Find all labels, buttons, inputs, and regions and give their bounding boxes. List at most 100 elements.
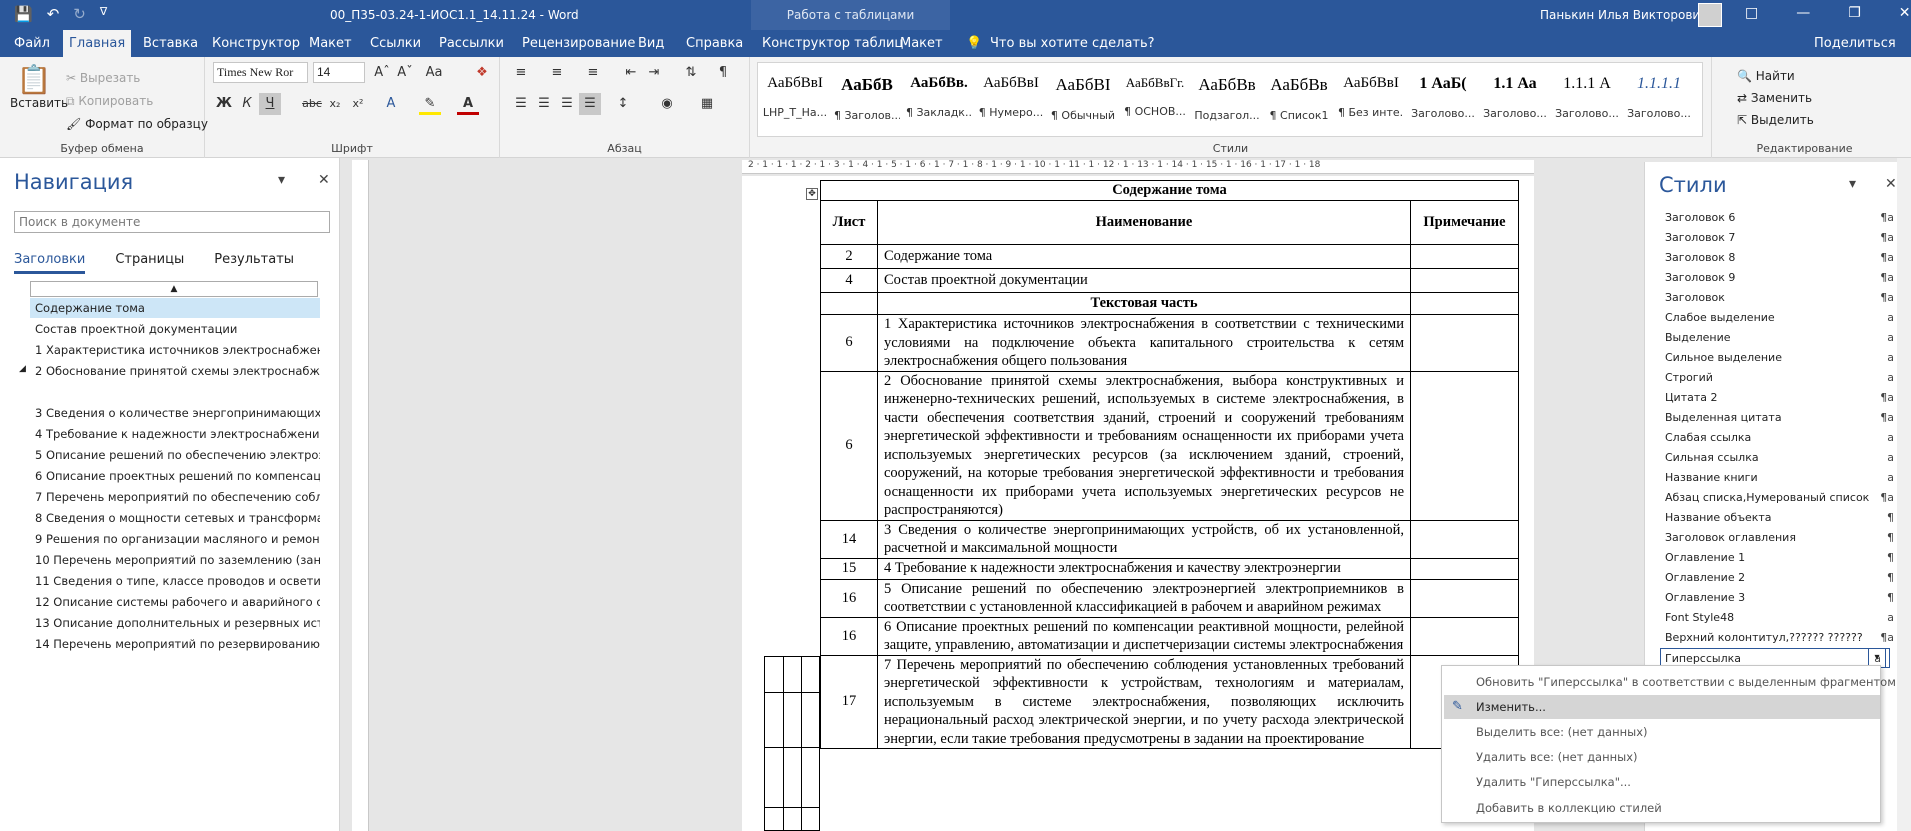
multilevel-list-icon[interactable]: ≡	[582, 62, 604, 84]
customize-qat-icon[interactable]: ∇	[100, 5, 107, 23]
style-list-item[interactable]: Заголовок оглавления ¶	[1665, 528, 1902, 548]
tab-references[interactable]: Ссылки	[364, 30, 427, 57]
nav-heading-item[interactable]: 4 Требование к надежности электроснабжен…	[30, 424, 320, 444]
style-list-item[interactable]: Заголовок 8 ¶a	[1665, 248, 1902, 268]
name-cell[interactable]: 1 Характеристика источников электроснабж…	[877, 314, 1411, 372]
style-list-item[interactable]: Заголовок ¶a	[1665, 288, 1902, 308]
change-case-icon[interactable]: Aa	[423, 62, 445, 84]
style-gallery-item[interactable]: АаБбВвГг. ¶ ОСНОВ...	[1122, 63, 1188, 136]
nav-heading-item[interactable]: Состав проектной документации	[30, 319, 320, 339]
shading-icon[interactable]: ◉	[656, 93, 678, 115]
nav-heading-item[interactable]: 8 Сведения о мощности сетевых и трансфор…	[30, 508, 320, 528]
style-gallery-item[interactable]: АаБбВвI ¶ Нумеро...	[978, 63, 1044, 136]
tab-insert[interactable]: Вставка	[137, 30, 204, 57]
note-cell[interactable]	[1410, 616, 1519, 656]
menu-item-delete-style[interactable]: Удалить "Гиперссылка"...	[1476, 770, 1876, 794]
note-cell[interactable]	[1410, 519, 1519, 559]
style-list-item[interactable]: Заголовок 6 ¶a	[1665, 208, 1902, 228]
increase-indent-icon[interactable]: ⇥	[643, 62, 665, 84]
tab-results[interactable]: Результаты	[214, 252, 294, 274]
nav-heading-item[interactable]: 10 Перечень мероприятий по заземлению (з…	[30, 550, 320, 570]
style-list-item[interactable]: Заголовок 7 ¶a	[1665, 228, 1902, 248]
pane-options-icon[interactable]: ▾	[1849, 176, 1856, 192]
style-list-item[interactable]: Font Style48 a	[1665, 608, 1902, 628]
redo-icon[interactable]: ↻	[73, 5, 86, 23]
strikethrough-icon[interactable]: abc	[301, 93, 323, 115]
menu-item-modify[interactable]: Изменить...	[1444, 695, 1880, 719]
numbering-icon[interactable]: ≡	[546, 62, 568, 84]
note-cell[interactable]	[1410, 292, 1519, 315]
horizontal-ruler[interactable]: 2 · 1 · 1 · 1 · 2 · 1 · 3 · 1 · 4 · 1 · …	[742, 160, 1534, 174]
style-list-item[interactable]: Выделение a	[1665, 328, 1902, 348]
bullets-icon[interactable]: ≡	[510, 62, 532, 84]
select-button[interactable]: ⇱ Выделить	[1737, 113, 1814, 127]
name-cell[interactable]: 3 Сведения о количестве энергопринимающи…	[877, 519, 1411, 559]
sheet-cell[interactable]: 15	[820, 557, 878, 580]
clear-formatting-icon[interactable]: ❖	[471, 62, 493, 84]
align-center-icon[interactable]: ☰	[533, 93, 555, 115]
tab-mailings[interactable]: Рассылки	[433, 30, 510, 57]
style-gallery-item[interactable]: АаБбВв. ¶ Закладк...	[906, 63, 972, 136]
sheet-cell[interactable]	[820, 292, 878, 315]
scroll-to-top-icon[interactable]: ▲	[30, 281, 318, 297]
style-gallery-item[interactable]: АаБбВ ¶ Заголов...	[834, 63, 900, 136]
sheet-cell[interactable]: 4	[820, 268, 878, 293]
style-list-item[interactable]: Заголовок 9 ¶a	[1665, 268, 1902, 288]
menu-item-remove-all[interactable]: Удалить все: (нет данных)	[1476, 745, 1876, 769]
style-gallery-item[interactable]: АаБбВв ¶ Список1	[1266, 63, 1332, 136]
nav-heading-item[interactable]: Содержание тома	[30, 298, 320, 318]
nav-heading-item[interactable]: 5 Описание решений по обеспечению электр…	[30, 445, 320, 465]
sheet-cell[interactable]: 16	[820, 616, 878, 656]
menu-item-update-style[interactable]: Обновить "Гиперссылка" в соответствии с …	[1476, 670, 1896, 694]
style-list-item[interactable]: Строгий a	[1665, 368, 1902, 388]
underline-icon[interactable]: Ч	[259, 93, 281, 115]
nav-heading-item[interactable]: 14 Перечень мероприятий по резервировани…	[30, 634, 320, 654]
nav-heading-item[interactable]: 12 Описание системы рабочего и аварийног…	[30, 592, 320, 612]
name-cell[interactable]: 7 Перечень мероприятий по обеспечению со…	[877, 654, 1411, 749]
tab-help[interactable]: Справка	[680, 30, 749, 57]
align-right-icon[interactable]: ☰	[556, 93, 578, 115]
sheet-cell[interactable]: 6	[820, 370, 878, 521]
collapse-triangle-icon[interactable]: ◢	[19, 364, 26, 374]
align-left-icon[interactable]: ☰	[510, 93, 532, 115]
style-list-item[interactable]: Верхний колонтитул,?????? ?????? ¶a	[1665, 628, 1902, 648]
style-list-item[interactable]: Оглавление 1 ¶	[1665, 548, 1902, 568]
nav-heading-item[interactable]: 1 Характеристика источников электроснабж…	[30, 340, 320, 360]
style-gallery-item[interactable]: 1.1.1 А Заголово...	[1554, 63, 1620, 136]
close-icon[interactable]: ✕	[1899, 5, 1911, 21]
table-move-handle-icon[interactable]: ✥	[806, 188, 818, 200]
style-list-item[interactable]: Цитата 2 ¶a	[1665, 388, 1902, 408]
sheet-cell[interactable]: 2	[820, 244, 878, 269]
name-cell[interactable]: 6 Описание проектных решений по компенса…	[877, 616, 1411, 656]
paste-button[interactable]: 📋 Вставить	[10, 63, 68, 110]
ribbon-display-icon[interactable]: □	[1745, 5, 1758, 21]
style-list-item[interactable]: Абзац списка,Нумерованый список ¶a	[1665, 488, 1902, 508]
document-page[interactable]: ✥ Содержание тома Лист Наименование Прим…	[742, 176, 1534, 831]
style-list-item[interactable]: Оглавление 2 ¶	[1665, 568, 1902, 588]
name-cell[interactable]: Содержание тома	[877, 244, 1411, 269]
note-cell[interactable]	[1410, 244, 1519, 269]
tab-design[interactable]: Конструктор	[206, 30, 306, 57]
font-color-icon[interactable]: A	[457, 93, 479, 115]
find-button[interactable]: 🔍 Найти	[1737, 69, 1795, 83]
format-painter-button[interactable]: 🖌 Формат по образцу	[66, 117, 208, 131]
avatar[interactable]	[1698, 3, 1722, 27]
vertical-ruler[interactable]	[352, 160, 369, 831]
minimize-icon[interactable]: —	[1796, 5, 1810, 21]
borders-icon[interactable]: ▦	[696, 93, 718, 115]
style-gallery-item[interactable]: АаБбВв Подзагол...	[1194, 63, 1260, 136]
sheet-cell[interactable]: 16	[820, 578, 878, 618]
highlight-icon[interactable]: ✎	[419, 93, 441, 115]
line-spacing-icon[interactable]: ↕	[612, 93, 634, 115]
name-cell[interactable]: 2 Обоснование принятой схемы электроснаб…	[877, 370, 1411, 521]
nav-heading-item[interactable]: 11 Сведения о типе, классе проводов и ос…	[30, 571, 320, 591]
tab-layout[interactable]: Макет	[303, 30, 358, 57]
name-cell[interactable]: 5 Описание решений по обеспечению электр…	[877, 578, 1411, 618]
nav-heading-item[interactable]: 9 Решения по организации масляного и рем…	[30, 529, 320, 549]
share-button[interactable]: Поделиться	[1808, 30, 1902, 57]
save-icon[interactable]: 💾	[14, 5, 33, 23]
font-name-input[interactable]: Times New Ror	[213, 62, 308, 83]
text-effects-icon[interactable]: A	[380, 93, 402, 115]
tab-table-design[interactable]: Конструктор таблиц	[756, 30, 909, 57]
menu-item-add-to-gallery[interactable]: Добавить в коллекцию стилей	[1476, 796, 1876, 820]
